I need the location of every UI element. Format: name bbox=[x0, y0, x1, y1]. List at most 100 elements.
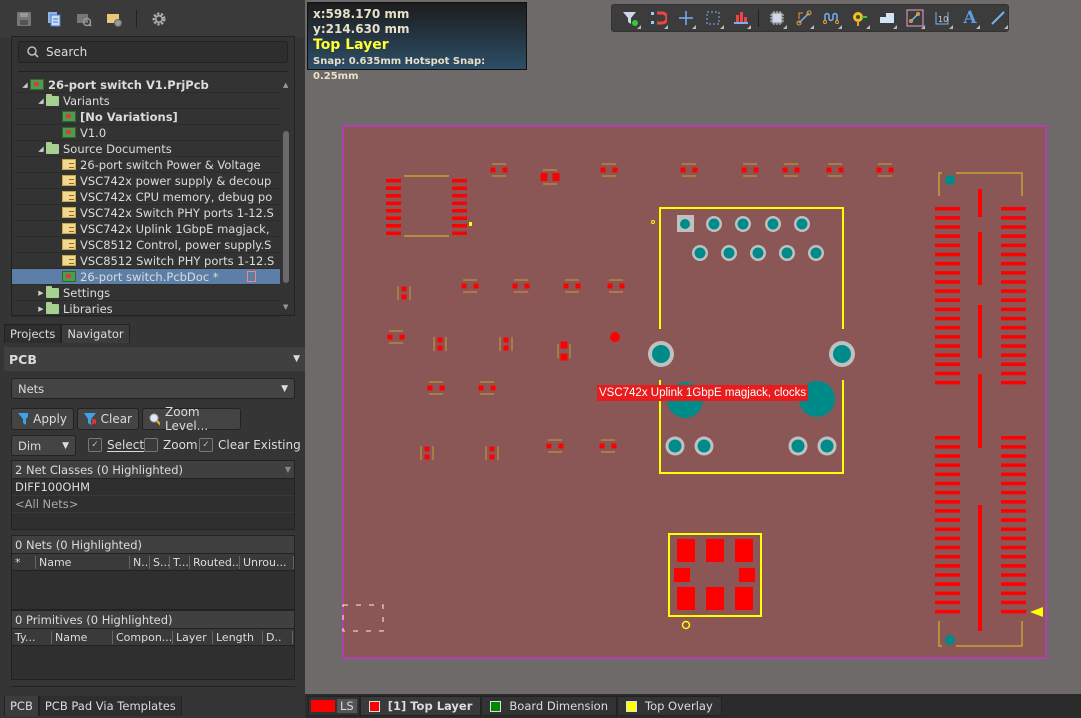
tree-item[interactable]: ▶ Settings bbox=[12, 285, 280, 301]
tab-pcb[interactable]: PCB bbox=[4, 696, 39, 716]
smd-pad bbox=[677, 539, 695, 562]
tree-item[interactable]: VSC742x power supply & decoup bbox=[12, 173, 280, 189]
track-icon[interactable] bbox=[904, 8, 925, 29]
expand-icon[interactable]: ▶ bbox=[36, 305, 46, 313]
column-header[interactable]: Unrou... bbox=[240, 555, 294, 569]
layer-set-button[interactable]: LS bbox=[308, 696, 360, 716]
checkbox-zoom[interactable] bbox=[144, 438, 158, 452]
scroll-down-icon[interactable]: ▼ bbox=[283, 303, 288, 311]
column-header[interactable]: N.. bbox=[130, 555, 150, 569]
column-header[interactable]: D.. bbox=[263, 630, 293, 644]
board-dimension-swatch bbox=[490, 700, 502, 712]
tree-item[interactable]: ▶ Libraries bbox=[12, 301, 280, 317]
smd-pad bbox=[935, 353, 960, 357]
column-header[interactable]: Compon... bbox=[113, 630, 173, 644]
tree-item[interactable]: VSC8512 Switch PHY ports 1-12.S bbox=[12, 253, 280, 269]
smd-pad bbox=[935, 472, 960, 477]
scroll-up-icon[interactable]: ▲ bbox=[283, 81, 288, 89]
dimension-icon[interactable]: 10 bbox=[932, 8, 953, 29]
tree-item[interactable]: 26-port switch.PcbDoc * bbox=[12, 269, 280, 285]
pcb-board-view[interactable] bbox=[305, 0, 1081, 694]
gear-icon[interactable] bbox=[151, 11, 167, 27]
column-header[interactable]: Length bbox=[213, 630, 263, 644]
route-icon[interactable] bbox=[794, 8, 815, 29]
align-icon[interactable] bbox=[731, 8, 752, 29]
tree-item[interactable]: VSC742x Switch PHY ports 1-12.S bbox=[12, 205, 280, 221]
tab-pcb-pad-via-templates[interactable]: PCB Pad Via Templates bbox=[38, 696, 182, 716]
smd-pad bbox=[935, 500, 960, 504]
hole bbox=[820, 439, 834, 453]
panel-menu-icon[interactable]: ▼ bbox=[293, 354, 300, 364]
interactive-routing-icon[interactable] bbox=[648, 8, 669, 29]
clear-existing-checkbox[interactable]: ✓ Clear Existing bbox=[199, 436, 301, 454]
column-header[interactable]: T... bbox=[170, 555, 190, 569]
browse-folder-icon[interactable] bbox=[76, 11, 92, 27]
clear-button[interactable]: Clear bbox=[77, 408, 139, 430]
zoom-level-button[interactable]: Zoom Level... bbox=[142, 405, 241, 433]
collapse-icon[interactable]: ◢ bbox=[36, 97, 46, 105]
zoom-level-label: Zoom Level... bbox=[165, 405, 209, 433]
nets-grid: 0 Nets (0 Highlighted) * Name N.. S... T... R… bbox=[11, 535, 295, 610]
column-header[interactable]: S... bbox=[150, 555, 170, 569]
net-classes-grid: 2 Net Classes (0 Highlighted) ▼ DIFF100O… bbox=[11, 460, 295, 530]
column-header[interactable]: Name bbox=[52, 630, 113, 644]
layer-tab-board-dimension[interactable]: Board Dimension bbox=[481, 696, 617, 716]
tree-scrollbar[interactable]: ▲ ▼ bbox=[282, 77, 290, 313]
column-header[interactable]: Ty... bbox=[12, 630, 52, 644]
mode-dropdown[interactable]: Nets ▼ bbox=[11, 378, 295, 399]
select-checkbox[interactable]: ✓ Select bbox=[88, 436, 144, 454]
expand-icon[interactable]: ▶ bbox=[36, 289, 46, 297]
layer-tab-top-overlay[interactable]: Top Overlay bbox=[617, 696, 722, 716]
smd-pad bbox=[1001, 463, 1026, 467]
filter-icon[interactable] bbox=[620, 8, 641, 29]
net-class-row[interactable]: <All Nets> bbox=[12, 496, 294, 513]
search-input[interactable]: Search bbox=[18, 41, 288, 63]
via-icon[interactable] bbox=[849, 8, 870, 29]
select-rectangle-icon[interactable] bbox=[703, 8, 724, 29]
smd-pad bbox=[478, 385, 484, 391]
net-class-row[interactable]: DIFF100OHM bbox=[12, 479, 294, 496]
zoom-checkbox[interactable]: Zoom bbox=[144, 436, 198, 454]
collapse-icon[interactable]: ◢ bbox=[20, 81, 30, 89]
tree-item-label: VSC742x CPU memory, debug po bbox=[80, 189, 273, 204]
column-header[interactable]: * bbox=[12, 555, 36, 569]
checkbox-select[interactable]: ✓ bbox=[88, 438, 102, 452]
layer-tab-top-layer[interactable]: [1] Top Layer bbox=[359, 696, 482, 716]
tree-item[interactable]: ◢ Source Documents bbox=[12, 141, 280, 157]
line-icon[interactable] bbox=[987, 8, 1008, 29]
differential-pair-icon[interactable] bbox=[821, 8, 842, 29]
tree-item[interactable]: V1.0 bbox=[12, 125, 280, 141]
apply-button[interactable]: Apply bbox=[11, 408, 74, 430]
hole bbox=[945, 175, 955, 185]
tree-item[interactable]: 26-port switch Power & Voltage bbox=[12, 157, 280, 173]
folder-settings-icon[interactable] bbox=[106, 11, 122, 27]
place-crosshair-icon[interactable] bbox=[675, 8, 696, 29]
tree-item[interactable]: VSC742x CPU memory, debug po bbox=[12, 189, 280, 205]
checkbox-clear-existing[interactable]: ✓ bbox=[199, 438, 213, 452]
pcb-canvas[interactable]: x:598.170 mm y:214.630 mm Top Layer Snap… bbox=[305, 0, 1081, 694]
copy-documents-icon[interactable] bbox=[46, 11, 62, 27]
tree-item[interactable]: ◢ 26-port switch V1.PrjPcb bbox=[12, 77, 280, 93]
smd-pad bbox=[611, 443, 617, 449]
schematic-document-icon bbox=[62, 223, 76, 234]
tree-item[interactable]: VSC8512 Control, power supply.S bbox=[12, 237, 280, 253]
column-header[interactable]: Layer bbox=[173, 630, 213, 644]
tree-item[interactable]: VSC742x Uplink 1GbpE magjack, bbox=[12, 221, 280, 237]
chevron-down-icon[interactable]: ▼ bbox=[285, 465, 291, 474]
column-header[interactable]: Routed... bbox=[190, 555, 240, 569]
left-panel: Search ◢ 26-port switch V1.PrjPcb ◢ Variant… bbox=[0, 0, 305, 718]
tab-projects[interactable]: Projects bbox=[4, 324, 62, 343]
tree-item[interactable]: ◢ Variants bbox=[12, 93, 280, 109]
component-icon[interactable] bbox=[766, 8, 787, 29]
scrollbar-thumb[interactable] bbox=[283, 131, 289, 283]
smd-pad bbox=[490, 167, 496, 173]
tree-item[interactable]: [No Variations] bbox=[12, 109, 280, 125]
text-icon[interactable]: A bbox=[960, 8, 981, 29]
column-header[interactable]: Name bbox=[36, 555, 130, 569]
schematic-document-icon bbox=[62, 207, 76, 218]
collapse-icon[interactable]: ◢ bbox=[36, 145, 46, 153]
polygon-icon[interactable] bbox=[877, 8, 898, 29]
dim-dropdown[interactable]: Dim ▼ bbox=[11, 435, 76, 456]
tab-navigator[interactable]: Navigator bbox=[61, 324, 130, 343]
save-icon[interactable] bbox=[16, 11, 32, 27]
